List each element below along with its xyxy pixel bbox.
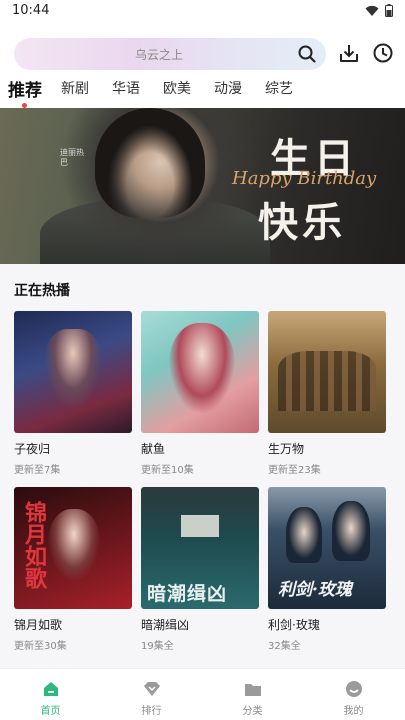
wifi-icon bbox=[365, 5, 379, 16]
category-tabs: 推荐 新剧 华语 欧美 动漫 综艺 bbox=[0, 76, 405, 108]
card-title: 献鱼 bbox=[141, 442, 166, 456]
card-subtitle: 19集全 bbox=[141, 641, 174, 652]
status-icons bbox=[365, 4, 393, 17]
banner-figure-hair bbox=[95, 108, 205, 218]
nav-label: 排行 bbox=[141, 706, 162, 717]
search-placeholder: 乌云之上 bbox=[134, 48, 183, 62]
nav-label: 分类 bbox=[242, 706, 263, 717]
tab-anime[interactable]: 动漫 bbox=[214, 78, 242, 98]
card-subtitle: 更新至7集 bbox=[14, 465, 61, 476]
drama-card[interactable]: 生万物 更新至23集 bbox=[268, 311, 386, 476]
nav-ranking[interactable]: 排行 bbox=[101, 669, 202, 720]
download-icon[interactable] bbox=[338, 42, 360, 64]
status-time: 10:44 bbox=[12, 3, 50, 18]
card-title: 生万物 bbox=[268, 442, 305, 456]
now-playing-section: 正在热播 子夜归 更新至7集 献鱼 更新至10集 生万物 更新至23集 锦月如歌… bbox=[0, 264, 405, 668]
home-icon bbox=[43, 682, 58, 696]
card-title: 暗潮缉凶 bbox=[141, 618, 190, 632]
card-title: 利剑·玫瑰 bbox=[268, 618, 320, 632]
card-subtitle: 更新至23集 bbox=[268, 465, 321, 476]
poster-title-text: 利剑·玫瑰 bbox=[278, 580, 352, 600]
drama-card[interactable]: 献鱼 更新至10集 bbox=[141, 311, 259, 476]
poster-image: 暗潮缉凶 bbox=[141, 487, 259, 609]
nav-category[interactable]: 分类 bbox=[202, 669, 303, 720]
search-bar[interactable]: 乌云之上 bbox=[14, 38, 326, 70]
tab-recommend[interactable]: 推荐 bbox=[8, 76, 42, 101]
battery-icon bbox=[385, 4, 393, 17]
nav-label: 首页 bbox=[40, 706, 61, 717]
folder-icon bbox=[244, 684, 261, 696]
card-subtitle: 更新至30集 bbox=[14, 641, 67, 652]
history-icon[interactable] bbox=[372, 42, 394, 64]
tab-chinese[interactable]: 华语 bbox=[112, 78, 140, 98]
tab-new-drama[interactable]: 新剧 bbox=[61, 78, 89, 98]
hero-banner[interactable]: 迪丽热巴 生日 快乐 Happy Birthday bbox=[0, 108, 405, 264]
card-title: 子夜归 bbox=[14, 442, 51, 456]
nav-profile[interactable]: 我的 bbox=[303, 669, 404, 720]
search-icon[interactable] bbox=[298, 45, 316, 63]
drama-card[interactable]: 锦月如歌 锦月如歌 更新至30集 bbox=[14, 487, 132, 652]
poster-image: 利剑·玫瑰 bbox=[268, 487, 386, 609]
nav-home[interactable]: 首页 bbox=[0, 669, 101, 720]
drama-card[interactable]: 利剑·玫瑰 利剑·玫瑰 32集全 bbox=[268, 487, 386, 652]
drama-card[interactable]: 子夜归 更新至7集 bbox=[14, 311, 132, 476]
profile-icon bbox=[345, 681, 362, 697]
tab-western[interactable]: 欧美 bbox=[163, 78, 191, 98]
banner-caption: 迪丽热巴 bbox=[60, 148, 84, 167]
card-subtitle: 更新至10集 bbox=[141, 465, 194, 476]
nav-label: 我的 bbox=[343, 706, 364, 717]
banner-title-line2: 快乐 bbox=[258, 199, 346, 246]
header: 乌云之上 推荐 新剧 华语 欧美 动漫 综艺 bbox=[0, 24, 405, 108]
poster-image: 锦月如歌 bbox=[14, 487, 132, 609]
rank-icon bbox=[143, 682, 160, 696]
drama-card[interactable]: 暗潮缉凶 暗潮缉凶 19集全 bbox=[141, 487, 259, 652]
tab-variety[interactable]: 综艺 bbox=[265, 78, 293, 98]
status-bar: 10:44 bbox=[0, 0, 405, 24]
banner-script-text: Happy Birthday bbox=[232, 168, 377, 189]
bottom-nav: 首页 排行 分类 我的 bbox=[0, 668, 405, 720]
poster-image bbox=[268, 311, 386, 433]
poster-title-text: 暗潮缉凶 bbox=[147, 583, 228, 605]
poster-image bbox=[14, 311, 132, 433]
card-title: 锦月如歌 bbox=[14, 618, 63, 632]
poster-image bbox=[141, 311, 259, 433]
card-subtitle: 32集全 bbox=[268, 641, 301, 652]
section-title: 正在热播 bbox=[14, 283, 70, 299]
poster-title-text: 锦月如歌 bbox=[21, 501, 47, 589]
